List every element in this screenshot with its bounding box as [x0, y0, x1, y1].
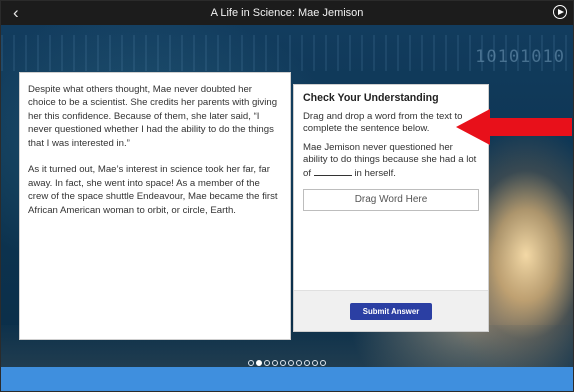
- app-frame: 10101010 ‹ A Life in Science: Mae Jemiso…: [0, 0, 574, 392]
- binary-text: 10101010: [475, 47, 565, 67]
- panel-heading: Check Your Understanding: [303, 92, 439, 104]
- pager-dot[interactable]: [288, 359, 294, 366]
- page-title: A Life in Science: Mae Jemison: [210, 7, 364, 19]
- play-circle-icon[interactable]: [553, 5, 567, 19]
- drop-zone[interactable]: Drag Word Here: [303, 188, 479, 211]
- bottom-bar: [1, 367, 573, 391]
- sentence-end: in herself.: [354, 167, 396, 179]
- pager-dot[interactable]: [320, 359, 326, 366]
- pager-dot[interactable]: [304, 359, 310, 366]
- pager-dot[interactable]: [248, 359, 254, 366]
- pager-dot[interactable]: [280, 359, 286, 366]
- passage-paragraph-2: As it turned out, Mae’s interest in scie…: [28, 164, 278, 216]
- pager-dot[interactable]: [256, 359, 262, 366]
- pager-dot[interactable]: [312, 359, 318, 366]
- passage-paragraph-1: Despite what others thought, Mae never d…: [28, 84, 278, 149]
- sentence-blank: [313, 167, 352, 176]
- top-bar: ‹ A Life in Science: Mae Jemison: [1, 1, 573, 25]
- reading-passage: Despite what others thought, Mae never d…: [19, 72, 291, 340]
- arrow-shape: [456, 109, 572, 145]
- submit-answer-button[interactable]: Submit Answer: [350, 303, 432, 320]
- fill-in-sentence: Mae Jemison never questioned her ability…: [303, 142, 479, 181]
- pager-dot[interactable]: [296, 359, 302, 366]
- panel-footer: Submit Answer: [294, 290, 488, 331]
- pager-dot[interactable]: [264, 359, 270, 366]
- pager-dot[interactable]: [272, 359, 278, 366]
- red-arrow-icon: [456, 109, 572, 145]
- instruction-text: Drag and drop a word from the text to co…: [303, 110, 463, 135]
